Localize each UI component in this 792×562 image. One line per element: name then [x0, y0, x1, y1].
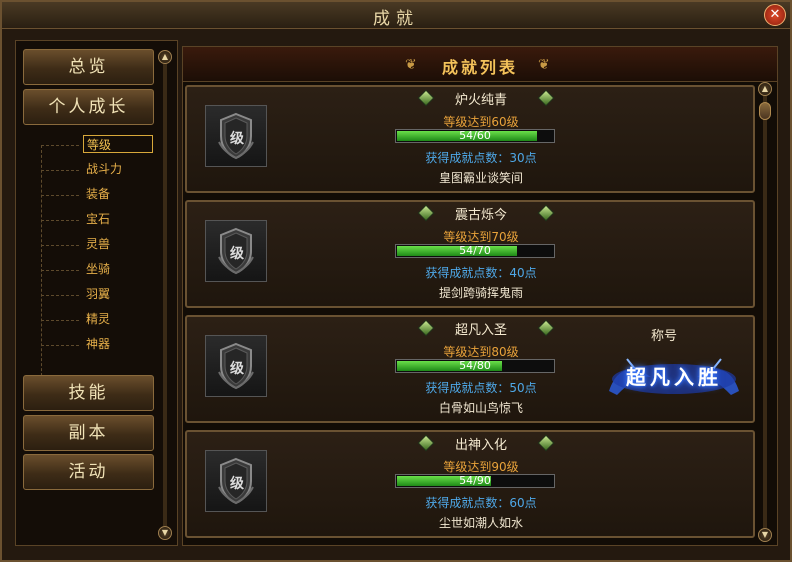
- achievement-card: 级 震古烁今等级达到70级 54/70 获得成就点数：40点 提剑跨骑挥鬼雨: [185, 200, 755, 308]
- list-title: 成就列表: [441, 58, 518, 77]
- sub-item-label[interactable]: 战斗力: [83, 160, 125, 178]
- tree-branch: [41, 295, 79, 296]
- badge-label: 级: [230, 476, 244, 492]
- tree-branch: [41, 245, 79, 246]
- sub-item-label[interactable]: 神器: [83, 335, 113, 353]
- list-scroll-down-button[interactable]: ▼: [758, 528, 772, 542]
- achievement-reward: 皇图霸业谈笑间: [438, 171, 523, 185]
- sub-item[interactable]: 羽翼: [41, 285, 161, 305]
- sub-item[interactable]: 战斗力: [41, 160, 161, 180]
- progress-bar: 54/70: [395, 244, 555, 258]
- achievement-points: 获得成就点数：30点: [425, 151, 537, 165]
- achievement-card: 级 超凡入圣等级达到80级 54/80 获得成就点数：50点 白骨如山鸟惊飞 称号超凡入胜: [185, 315, 755, 423]
- nav-activity-button[interactable]: 活动: [23, 454, 154, 490]
- progress-text: 54/60: [459, 129, 491, 142]
- ornament-right-icon: ❦: [538, 57, 550, 73]
- achievement-points: 获得成就点数：60点: [425, 496, 537, 510]
- progress-text: 54/90: [459, 474, 491, 487]
- progress-text: 54/70: [459, 244, 491, 257]
- progress-text: 54/80: [459, 359, 491, 372]
- nav-personal-growth-button[interactable]: 个人成长: [23, 89, 154, 125]
- tree-branch: [41, 145, 79, 146]
- sidebar: 总览 个人成长 等级战斗力装备宝石灵兽坐骑羽翼精灵神器 技能 副本 活动: [15, 40, 178, 546]
- tree-branch: [41, 270, 79, 271]
- achievement-name: 震古烁今: [454, 208, 507, 223]
- window-title: 成就: [373, 9, 419, 29]
- list-scroll-up-button[interactable]: ▲: [758, 82, 772, 96]
- progress-bar: 54/80: [395, 359, 555, 373]
- progress-bar: 54/60: [395, 129, 555, 143]
- achievement-card: 级 出神入化等级达到90级 54/90 获得成就点数：60点 尘世如潮人如水: [185, 430, 755, 538]
- sub-item[interactable]: 宝石: [41, 210, 161, 230]
- sub-item-label[interactable]: 装备: [83, 185, 113, 203]
- list-header: ❦ 成就列表 ❦: [183, 47, 777, 82]
- title-emblem: 超凡入胜: [599, 351, 749, 401]
- sub-item-label[interactable]: 坐骑: [83, 260, 113, 278]
- achievement-name: 出神入化: [454, 438, 507, 453]
- sidebar-scrollbar[interactable]: ▲ ▼: [158, 50, 172, 540]
- sub-item[interactable]: 神器: [41, 335, 161, 355]
- achievement-points: 获得成就点数：50点: [425, 381, 537, 395]
- sub-item-label[interactable]: 灵兽: [83, 235, 113, 253]
- level-badge: 级: [205, 220, 267, 282]
- achievement-requirement: 等级达到80级: [443, 345, 519, 359]
- achievement-card: 级 炉火纯青等级达到60级 54/60 获得成就点数：30点 皇图霸业谈笑间: [185, 85, 755, 193]
- nav-dungeon-button[interactable]: 副本: [23, 415, 154, 451]
- achievement-reward: 提剑跨骑挥鬼雨: [438, 286, 523, 300]
- sub-item[interactable]: 灵兽: [41, 235, 161, 255]
- tree-branch: [41, 195, 79, 196]
- achievement-window: 成就 ✕ 总览 个人成长 等级战斗力装备宝石灵兽坐骑羽翼精灵神器 技能 副本 活…: [0, 0, 792, 562]
- list-scroll-track[interactable]: [763, 96, 767, 528]
- list-scroll-thumb[interactable]: [759, 102, 771, 120]
- sub-item[interactable]: 精灵: [41, 310, 161, 330]
- tree-branch: [41, 170, 79, 171]
- achievement-list-panel: ❦ 成就列表 ❦ 级 炉火纯青等级达到60级 54/60 获得成就点数：30点 皇图霸业…: [182, 46, 778, 546]
- level-badge: 级: [205, 105, 267, 167]
- level-badge: 级: [205, 335, 267, 397]
- close-button[interactable]: ✕: [764, 4, 786, 26]
- achievement-name: 炉火纯青: [454, 93, 507, 108]
- level-badge: 级: [205, 450, 267, 512]
- achievement-name: 超凡入圣: [454, 323, 507, 338]
- nav-overview-button[interactable]: 总览: [23, 49, 154, 85]
- achievement-requirement: 等级达到90级: [443, 460, 519, 474]
- achievement-reward: 白骨如山鸟惊飞: [438, 401, 523, 415]
- sidebar-scroll-track[interactable]: [163, 64, 167, 526]
- list-scrollbar[interactable]: ▲ ▼: [758, 82, 772, 542]
- badge-label: 级: [230, 246, 244, 262]
- achievement-requirement: 等级达到70级: [443, 230, 519, 244]
- title-label: 称号: [651, 329, 678, 344]
- achievement-points: 获得成就点数：40点: [425, 266, 537, 280]
- close-icon: ✕: [769, 7, 781, 22]
- title-bar: 成就 ✕: [2, 2, 790, 29]
- sidebar-scroll-down-button[interactable]: ▼: [158, 526, 172, 540]
- sub-item[interactable]: 等级: [41, 135, 161, 155]
- achievement-reward: 尘世如潮人如水: [438, 516, 523, 530]
- nav-skills-button[interactable]: 技能: [23, 375, 154, 411]
- progress-bar: 54/90: [395, 474, 555, 488]
- sub-item-label[interactable]: 等级: [83, 135, 153, 153]
- tree-branch: [41, 345, 79, 346]
- title-emblem-text: 超凡入胜: [626, 365, 722, 389]
- sub-item-label[interactable]: 羽翼: [83, 285, 113, 303]
- sub-item-label[interactable]: 宝石: [83, 210, 113, 228]
- sidebar-scroll-up-button[interactable]: ▲: [158, 50, 172, 64]
- tree-branch: [41, 320, 79, 321]
- badge-label: 级: [230, 361, 244, 377]
- sub-item[interactable]: 坐骑: [41, 260, 161, 280]
- sub-item-label[interactable]: 精灵: [83, 310, 113, 328]
- badge-label: 级: [230, 131, 244, 147]
- achievement-requirement: 等级达到60级: [443, 115, 519, 129]
- sub-item[interactable]: 装备: [41, 185, 161, 205]
- tree-branch: [41, 220, 79, 221]
